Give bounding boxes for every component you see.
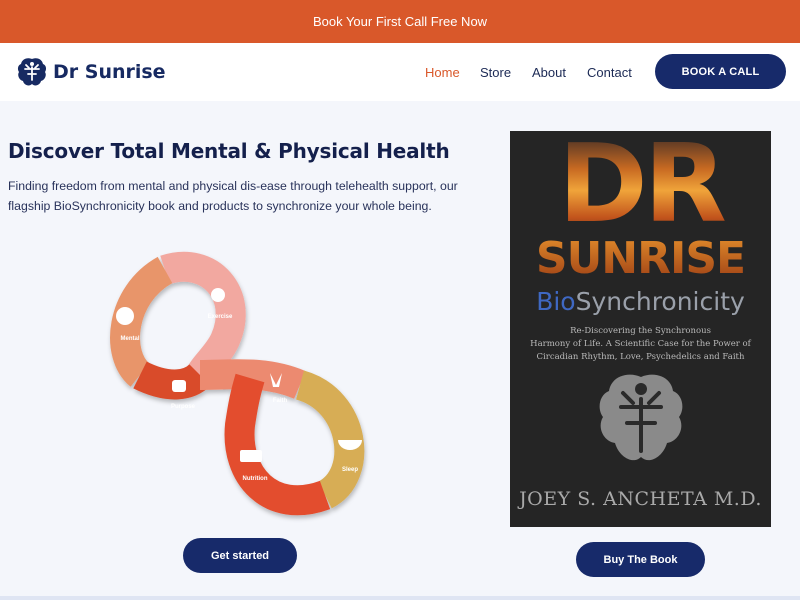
book-series-part2: Synchronicity (575, 287, 745, 316)
hero-title: Discover Total Mental & Physical Health (8, 139, 450, 163)
brand-name: Dr Sunrise (53, 61, 166, 83)
book-subtitle: Re-Discovering the Synchronous Harmony o… (520, 325, 761, 364)
purpose-icon (172, 380, 186, 392)
book-title-dr: DR (510, 131, 771, 239)
book-author: JOEY S. ANCHETA M.D. (519, 488, 762, 510)
book-title-sunrise: SUNRISE (510, 233, 771, 284)
announcement-text[interactable]: Book Your First Call Free Now (313, 14, 487, 29)
section-divider (0, 596, 800, 600)
mental-icon (116, 307, 134, 325)
nav-home[interactable]: Home (425, 65, 460, 80)
book-subtitle-line: Harmony of Life. A Scientific Case for t… (530, 339, 751, 349)
sleep-icon (240, 450, 262, 462)
buy-the-book-button[interactable]: Buy The Book (576, 542, 705, 577)
segment-label-purpose: Purpose (171, 404, 196, 410)
segment-label-faith: Faith (273, 398, 288, 404)
segment-label-nutrition: Sleep (342, 467, 358, 473)
segment-exercise (160, 251, 246, 383)
brand-logo[interactable]: Dr Sunrise (17, 56, 166, 88)
site-header: Dr Sunrise Home Store About Contact BOOK… (0, 43, 800, 101)
announcement-bar[interactable]: Book Your First Call Free Now (0, 0, 800, 43)
segment-label-sleep: Nutrition (243, 476, 268, 482)
book-series-part1: Bio (536, 287, 576, 316)
segment-purpose (133, 361, 211, 400)
exercise-icon (211, 288, 225, 302)
book-series-title: BioSynchronicity (510, 287, 771, 316)
nav-store[interactable]: Store (480, 65, 511, 80)
book-subtitle-line: Circadian Rhythm, Love, Psychedelics and… (536, 352, 745, 362)
hero-description: Finding freedom from mental and physical… (8, 179, 458, 213)
nav-contact[interactable]: Contact (587, 65, 632, 80)
book-a-call-button[interactable]: BOOK A CALL (655, 54, 786, 89)
segment-label-mental: Mental (120, 336, 139, 342)
brain-logo-icon (17, 58, 47, 86)
segment-label-exercise: Exercise (208, 314, 233, 320)
get-started-button[interactable]: Get started (183, 538, 297, 573)
nav-about[interactable]: About (532, 65, 566, 80)
brain-emblem-icon (599, 374, 683, 461)
wellness-infinity-graphic: Mental Exercise Purpose Faith Sleep Nutr… (110, 251, 365, 516)
book-subtitle-line: Re-Discovering the Synchronous (570, 326, 711, 336)
book-cover[interactable]: DR SUNRISE BioSynchronicity Re-Discoveri… (510, 131, 771, 527)
